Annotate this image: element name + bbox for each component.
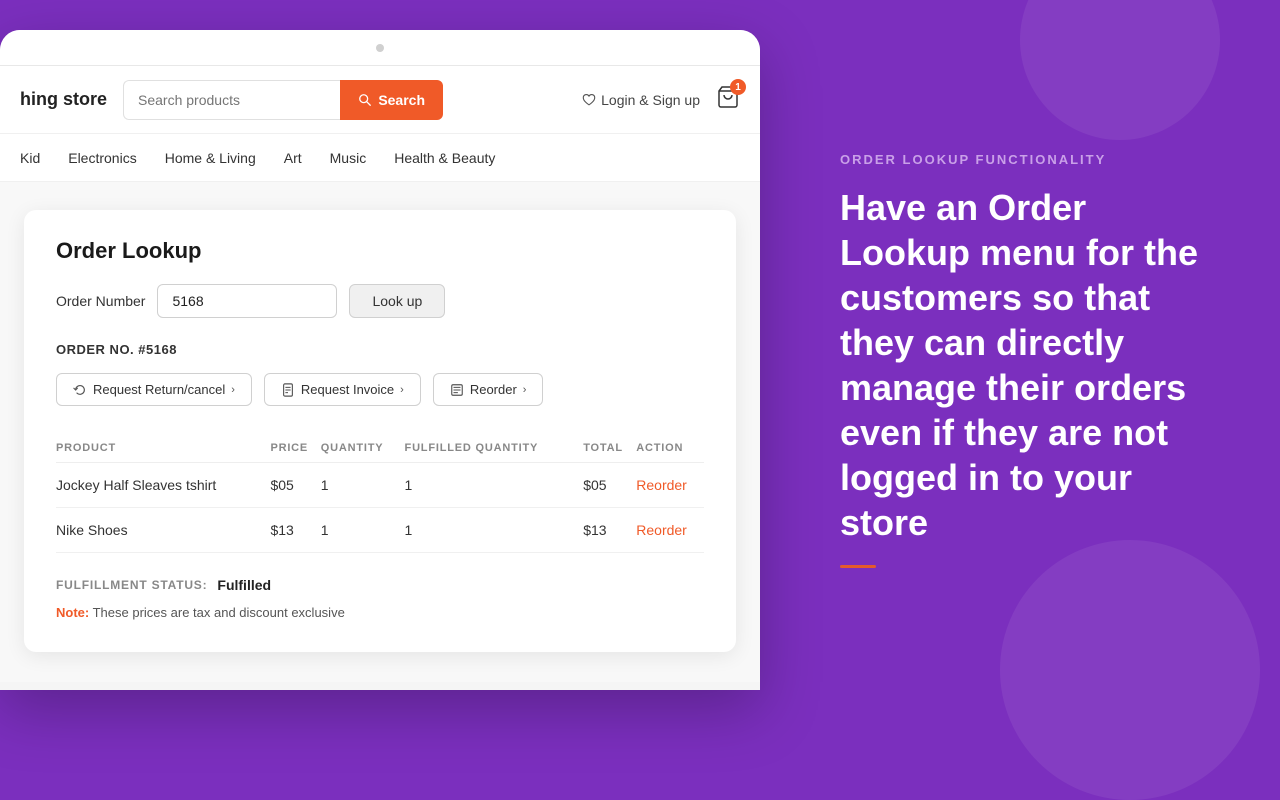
cell-price: $13	[270, 508, 320, 553]
section-label: ORDER LOOKUP FUNCTIONALITY	[840, 152, 1220, 167]
reorder-action-link[interactable]: Reorder	[636, 522, 687, 538]
return-chevron: ›	[231, 384, 235, 396]
col-fulfilled-qty: FULFILLED QUANTITY	[405, 434, 584, 463]
nav-item-health-beauty[interactable]: Health & Beauty	[394, 150, 495, 166]
col-action: ACTION	[636, 434, 704, 463]
cell-product: Jockey Half Sleaves tshirt	[56, 463, 270, 508]
browser-dot	[376, 44, 384, 52]
note-text: These prices are tax and discount exclus…	[93, 605, 345, 620]
cell-action: Reorder	[636, 463, 704, 508]
right-panel: ORDER LOOKUP FUNCTIONALITY Have an Order…	[760, 0, 1280, 720]
order-number-row: Order Number Look up	[56, 284, 704, 318]
table-row: Nike Shoes $13 1 1 $13 Reorder	[56, 508, 704, 553]
invoice-icon	[281, 383, 295, 397]
note-row: Note: These prices are tax and discount …	[56, 605, 704, 620]
reorder-button[interactable]: Reorder ›	[433, 373, 544, 406]
deco-circle-top	[1020, 0, 1220, 140]
col-product: PRODUCT	[56, 434, 270, 463]
cell-fulfilled-qty: 1	[405, 508, 584, 553]
col-price: PRICE	[270, 434, 320, 463]
cell-price: $05	[270, 463, 320, 508]
reorder-chevron: ›	[523, 384, 527, 396]
search-bar: Search	[123, 80, 443, 120]
login-link[interactable]: Login & Sign up	[582, 92, 700, 108]
fulfillment-row: FULFILLMENT STATUS: Fulfilled	[56, 577, 704, 593]
order-number-input[interactable]	[157, 284, 337, 318]
cell-quantity: 1	[321, 508, 405, 553]
action-buttons: Request Return/cancel › Request Invoice …	[56, 373, 704, 406]
search-icon	[358, 93, 372, 107]
browser-bar	[0, 30, 760, 66]
reorder-button-label: Reorder	[470, 382, 517, 397]
headline: Have an Order Lookup menu for the custom…	[840, 185, 1220, 545]
request-return-button[interactable]: Request Return/cancel ›	[56, 373, 252, 406]
table-row: Jockey Half Sleaves tshirt $05 1 1 $05 R…	[56, 463, 704, 508]
reorder-action-link[interactable]: Reorder	[636, 477, 687, 493]
search-input[interactable]	[123, 80, 340, 120]
fulfillment-label: FULFILLMENT STATUS:	[56, 578, 207, 592]
store-content: Order Lookup Order Number Look up ORDER …	[0, 182, 760, 682]
return-button-label: Request Return/cancel	[93, 382, 225, 397]
login-label: Login & Sign up	[601, 92, 700, 108]
cart-badge: 1	[730, 79, 746, 95]
invoice-button-label: Request Invoice	[301, 382, 394, 397]
cell-total: $05	[583, 463, 636, 508]
nav-item-music[interactable]: Music	[330, 150, 367, 166]
search-button[interactable]: Search	[340, 80, 443, 120]
cell-product: Nike Shoes	[56, 508, 270, 553]
nav-item-home-living[interactable]: Home & Living	[165, 150, 256, 166]
order-table: PRODUCT PRICE QUANTITY FULFILLED QUANTIT…	[56, 434, 704, 553]
reorder-icon	[450, 383, 464, 397]
deco-circle-bottom	[1000, 540, 1260, 800]
nav-item-kid[interactable]: Kid	[20, 150, 40, 166]
order-lookup-card: Order Lookup Order Number Look up ORDER …	[24, 210, 736, 652]
cell-total: $13	[583, 508, 636, 553]
heart-icon	[582, 93, 596, 107]
nav-item-art[interactable]: Art	[284, 150, 302, 166]
order-number-label: Order Number	[56, 293, 145, 309]
cell-action: Reorder	[636, 508, 704, 553]
order-lookup-title: Order Lookup	[56, 238, 704, 264]
note-label: Note:	[56, 605, 89, 620]
divider	[840, 565, 876, 568]
store-header: hing store Search Login & Sign up	[0, 66, 760, 134]
col-total: TOTAL	[583, 434, 636, 463]
cell-quantity: 1	[321, 463, 405, 508]
invoice-chevron: ›	[400, 384, 404, 396]
cart-icon-wrap[interactable]: 1	[716, 85, 740, 114]
lookup-button[interactable]: Look up	[349, 284, 445, 318]
fulfillment-value: Fulfilled	[217, 577, 271, 593]
nav-item-electronics[interactable]: Electronics	[68, 150, 136, 166]
search-button-label: Search	[378, 92, 425, 108]
header-right: Login & Sign up 1	[582, 85, 740, 114]
browser-window: hing store Search Login & Sign up	[0, 30, 760, 690]
col-quantity: QUANTITY	[321, 434, 405, 463]
request-invoice-button[interactable]: Request Invoice ›	[264, 373, 421, 406]
cell-fulfilled-qty: 1	[405, 463, 584, 508]
order-ref: ORDER NO. #5168	[56, 342, 704, 357]
store-nav: Kid Electronics Home & Living Art Music …	[0, 134, 760, 182]
return-icon	[73, 383, 87, 397]
store-name: hing store	[20, 89, 107, 110]
